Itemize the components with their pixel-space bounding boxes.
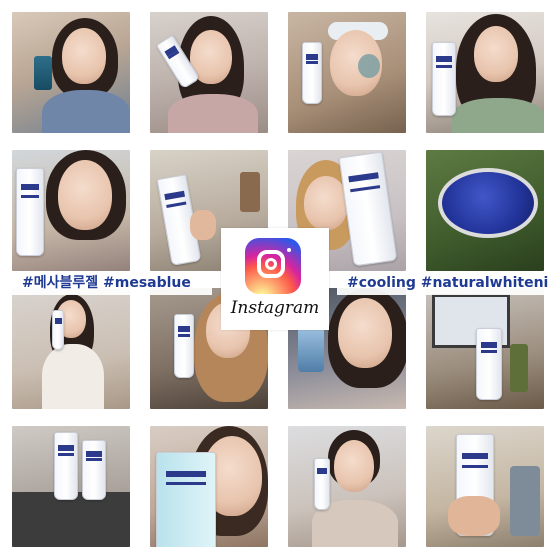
- photo-bathroom-shelf-products[interactable]: [12, 426, 130, 547]
- background-object: [240, 172, 260, 212]
- face-shape: [58, 160, 112, 230]
- photo-woman-face-mask[interactable]: [288, 12, 406, 133]
- shelf-shape: [12, 492, 130, 547]
- face-shape: [334, 440, 374, 492]
- body-shape: [452, 98, 544, 133]
- body-shape: [42, 90, 130, 133]
- face-shape: [338, 298, 392, 368]
- serum-bottle: [298, 326, 324, 372]
- product-tube: [302, 42, 322, 104]
- product-tube: [54, 432, 78, 500]
- product-tube: [314, 458, 330, 510]
- camera-dot: [287, 248, 291, 252]
- bottle-shape: [510, 344, 528, 392]
- photo-woman-holding-tube[interactable]: [426, 12, 544, 133]
- gel-jar: [438, 168, 538, 238]
- photo-blue-gel-jar[interactable]: [426, 150, 544, 271]
- hashtag-bar-left: #메사블루젤 #mesablue: [12, 271, 212, 295]
- photo-tube-on-cheek[interactable]: [150, 426, 268, 547]
- instagram-icon[interactable]: [245, 238, 301, 294]
- instagram-card[interactable]: Instagram: [221, 228, 329, 330]
- photo-woman-short-hair[interactable]: [288, 426, 406, 547]
- body-shape: [168, 94, 258, 133]
- photo-woman-with-tube[interactable]: [150, 12, 268, 133]
- photo-woman-white-dress[interactable]: [12, 288, 130, 409]
- product-tube: [52, 310, 64, 350]
- product-tube: [16, 168, 44, 256]
- product-tube: [82, 440, 106, 500]
- hand-shape: [448, 496, 500, 536]
- product-tube: [432, 42, 456, 116]
- photo-woman-close-up[interactable]: [12, 150, 130, 271]
- product-tube: [174, 314, 194, 378]
- camera-ring: [257, 250, 285, 278]
- photo-desk-products[interactable]: [426, 288, 544, 409]
- photo-hand-holding-tubes[interactable]: [426, 426, 544, 547]
- face-shape: [474, 26, 518, 82]
- product-tube: [338, 151, 398, 267]
- perfume-bottle: [34, 56, 52, 90]
- background-object: [510, 466, 540, 536]
- mask-patch: [358, 54, 380, 78]
- product-tube: [156, 452, 216, 547]
- face-shape: [62, 28, 106, 84]
- photo-woman-perfume[interactable]: [12, 12, 130, 133]
- hashtag-bar-right: #cooling #naturalwhitening: [337, 271, 548, 295]
- instagram-wordmark: Instagram: [230, 298, 320, 318]
- body-shape: [42, 344, 104, 409]
- hand-shape: [190, 210, 216, 240]
- product-tube: [476, 328, 502, 400]
